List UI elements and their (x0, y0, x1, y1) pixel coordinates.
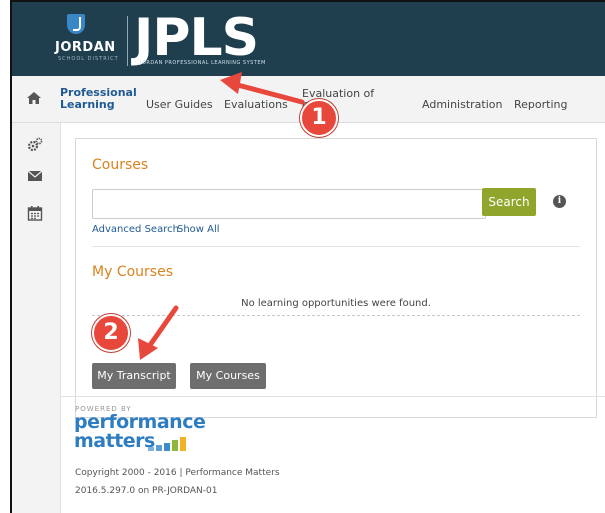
callout-arrow-1 (220, 72, 305, 105)
courses-panel: Courses Search i Advanced Search Show Al… (75, 138, 597, 418)
logo-district-text: SCHOOL DISTRICT (58, 56, 119, 62)
calendar-icon[interactable] (27, 205, 43, 221)
courses-title: Courses (92, 157, 149, 173)
callout-badge-2: 2 (92, 314, 130, 352)
callout-arrow-2 (138, 305, 179, 360)
nav-professional-learning[interactable]: Professional Learning (60, 87, 137, 111)
nav-user-guides[interactable]: User Guides (146, 98, 213, 111)
app-window: JORDAN SCHOOL DISTRICT JPLS JORDAN PROFE… (0, 0, 605, 513)
advanced-search-link[interactable]: Advanced Search (92, 224, 179, 235)
home-icon[interactable] (26, 90, 42, 106)
gears-icon[interactable] (27, 137, 43, 153)
jordan-shield-icon (67, 14, 85, 34)
info-icon[interactable]: i (553, 195, 566, 208)
version-text: 2016.5.297.0 on PR-JORDAN-01 (75, 486, 218, 496)
sidebar (12, 123, 61, 513)
my-courses-button[interactable]: My Courses (190, 363, 266, 389)
footer-divider (60, 396, 605, 397)
my-courses-title: My Courses (92, 264, 173, 280)
course-search-input[interactable] (92, 189, 486, 219)
app-header: JORDAN SCHOOL DISTRICT JPLS JORDAN PROFE… (12, 2, 605, 76)
copyright-text: Copyright 2000 - 2016 | Performance Matt… (75, 468, 280, 478)
logo-org-name: JORDAN (55, 40, 116, 55)
brand-line2: matters (74, 430, 155, 452)
nav-reporting[interactable]: Reporting (514, 98, 567, 111)
search-button[interactable]: Search (482, 188, 536, 216)
app-logo[interactable]: JPLS (134, 12, 259, 64)
callout-badge-1: 1 (300, 99, 338, 137)
nav-label-line1: Evaluation of (302, 87, 375, 100)
logo-divider (127, 16, 128, 66)
section-divider (92, 246, 580, 247)
my-transcript-button[interactable]: My Transcript (92, 363, 176, 389)
performance-matters-bars-icon (148, 437, 186, 451)
nav-administration[interactable]: Administration (422, 98, 503, 111)
nav-label-line2: Learning (60, 98, 115, 111)
brand-line1: performance (74, 411, 206, 433)
envelope-icon[interactable] (27, 168, 43, 184)
show-all-link[interactable]: Show All (177, 224, 220, 235)
